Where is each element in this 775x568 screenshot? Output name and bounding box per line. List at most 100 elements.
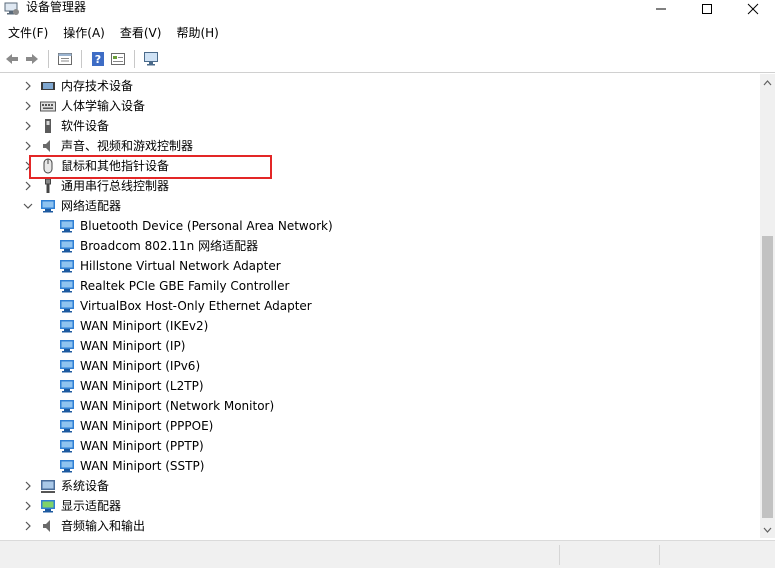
chevron-right-icon[interactable] — [22, 520, 34, 532]
help-button[interactable]: ? — [88, 49, 108, 69]
tree-label: WAN Miniport (PPPOE) — [80, 419, 214, 433]
properties-button[interactable] — [55, 49, 75, 69]
menu-help[interactable]: 帮助(H) — [170, 22, 224, 44]
tree-label: WAN Miniport (IKEv2) — [80, 319, 209, 333]
highlight-annotation-box — [29, 155, 272, 179]
tree-label: Broadcom 802.11n 网络适配器 — [80, 239, 259, 253]
close-button[interactable] — [730, 0, 775, 18]
network-adapter-icon — [60, 400, 74, 413]
window-title: 设备管理器 — [26, 0, 87, 14]
properties-icon — [58, 52, 72, 65]
tree-item-system-devices[interactable]: 系统设备 — [0, 476, 760, 496]
tree-label: 内存技术设备 — [61, 79, 134, 93]
keyboard-icon — [40, 101, 56, 112]
device-manager-icon — [4, 2, 19, 15]
tree-item-usb[interactable]: 通用串行总线控制器 — [0, 176, 760, 196]
tree-label: Bluetooth Device (Personal Area Network) — [80, 219, 333, 233]
minimize-button[interactable] — [638, 0, 684, 18]
close-icon — [747, 3, 759, 15]
tree-label: VirtualBox Host-Only Ethernet Adapter — [80, 299, 312, 313]
minimize-icon — [656, 8, 666, 10]
network-adapter-icon — [60, 240, 74, 253]
tree-label: WAN Miniport (Network Monitor) — [80, 399, 275, 413]
chevron-right-icon[interactable] — [22, 140, 34, 152]
tree-label: 软件设备 — [61, 119, 110, 133]
chevron-right-icon[interactable] — [22, 80, 34, 92]
tree-item-adapter[interactable]: WAN Miniport (PPTP) — [0, 436, 760, 456]
tree-item-adapter[interactable]: Realtek PCIe GBE Family Controller — [0, 276, 760, 296]
network-adapter-icon — [41, 200, 55, 213]
tree-item-audio-io[interactable]: 音频输入和输出 — [0, 516, 760, 536]
menu-view[interactable]: 查看(V) — [114, 22, 168, 44]
svg-text:?: ? — [95, 53, 101, 66]
view-icon — [111, 52, 125, 65]
tree-item-adapter[interactable]: WAN Miniport (IPv6) — [0, 356, 760, 376]
back-icon — [6, 53, 18, 64]
tree-label: 声音、视频和游戏控制器 — [61, 139, 194, 153]
network-adapter-icon — [60, 420, 74, 433]
chevron-right-icon[interactable] — [22, 100, 34, 112]
tree-label: WAN Miniport (IP) — [80, 339, 186, 353]
tree-item-memory-devices[interactable]: 内存技术设备 — [0, 76, 760, 96]
menu-bar: 文件(F) 操作(A) 查看(V) 帮助(H) — [0, 22, 775, 44]
view-button[interactable] — [108, 49, 128, 69]
toolbar-separator — [81, 49, 82, 68]
tree-item-adapter[interactable]: WAN Miniport (SSTP) — [0, 456, 760, 476]
scrollbar-thumb[interactable] — [762, 236, 773, 518]
tree-item-sound-video[interactable]: 声音、视频和游戏控制器 — [0, 136, 760, 156]
tree-item-adapter-broadcom[interactable]: Broadcom 802.11n 网络适配器 — [0, 236, 760, 256]
tree-label: 音频输入和输出 — [61, 519, 146, 533]
help-icon: ? — [92, 51, 104, 66]
scan-hardware-button[interactable] — [141, 49, 161, 69]
tree-item-hid[interactable]: 人体学输入设备 — [0, 96, 760, 116]
toolbar-separator — [48, 49, 49, 68]
menu-action[interactable]: 操作(A) — [57, 22, 111, 44]
chevron-down-icon — [763, 527, 772, 533]
network-adapter-icon — [60, 220, 74, 233]
network-adapter-icon — [60, 300, 74, 313]
toolbar-separator — [134, 49, 135, 68]
maximize-icon — [702, 4, 712, 14]
vertical-scrollbar[interactable] — [760, 74, 775, 538]
tree-item-adapter[interactable]: WAN Miniport (IKEv2) — [0, 316, 760, 336]
chevron-up-icon — [763, 79, 772, 85]
tree-item-display-adapters[interactable]: 显示适配器 — [0, 496, 760, 516]
network-adapter-icon — [60, 320, 74, 333]
maximize-button[interactable] — [684, 0, 730, 18]
tree-label: Hillstone Virtual Network Adapter — [80, 259, 281, 273]
tree-item-software-devices[interactable]: 软件设备 — [0, 116, 760, 136]
network-adapter-icon — [60, 440, 74, 453]
tree-item-adapter[interactable]: WAN Miniport (L2TP) — [0, 376, 760, 396]
tree-item-adapter[interactable]: WAN Miniport (PPPOE) — [0, 416, 760, 436]
tree-label: WAN Miniport (IPv6) — [80, 359, 201, 373]
toolbar: ? — [0, 45, 775, 73]
usb-icon — [45, 178, 51, 193]
forward-icon — [26, 53, 38, 64]
speaker-icon — [43, 140, 50, 152]
system-device-icon — [41, 480, 55, 493]
network-adapter-icon — [60, 460, 74, 473]
network-adapter-icon — [60, 360, 74, 373]
software-device-icon — [45, 119, 51, 133]
monitor-icon — [144, 51, 158, 65]
status-segment — [0, 545, 560, 565]
tree-item-adapter[interactable]: VirtualBox Host-Only Ethernet Adapter — [0, 296, 760, 316]
tree-label: Realtek PCIe GBE Family Controller — [80, 279, 290, 293]
chevron-right-icon[interactable] — [22, 120, 34, 132]
forward-button[interactable] — [22, 49, 42, 69]
tree-item-network-adapters[interactable]: 网络适配器 — [0, 196, 760, 216]
chevron-down-icon[interactable] — [22, 200, 34, 212]
tree-item-adapter[interactable]: Hillstone Virtual Network Adapter — [0, 256, 760, 276]
tree-item-adapter[interactable]: WAN Miniport (Network Monitor) — [0, 396, 760, 416]
tree-item-adapter[interactable]: Bluetooth Device (Personal Area Network) — [0, 216, 760, 236]
back-button[interactable] — [2, 49, 22, 69]
scroll-up-button[interactable] — [760, 74, 775, 91]
chevron-right-icon[interactable] — [22, 180, 34, 192]
chevron-right-icon[interactable] — [22, 480, 34, 492]
chevron-right-icon[interactable] — [22, 500, 34, 512]
scroll-down-button[interactable] — [760, 521, 775, 538]
tree-item-adapter[interactable]: WAN Miniport (IP) — [0, 336, 760, 356]
status-bar — [0, 540, 775, 568]
menu-file[interactable]: 文件(F) — [2, 22, 54, 44]
tree-label: 网络适配器 — [61, 199, 122, 213]
